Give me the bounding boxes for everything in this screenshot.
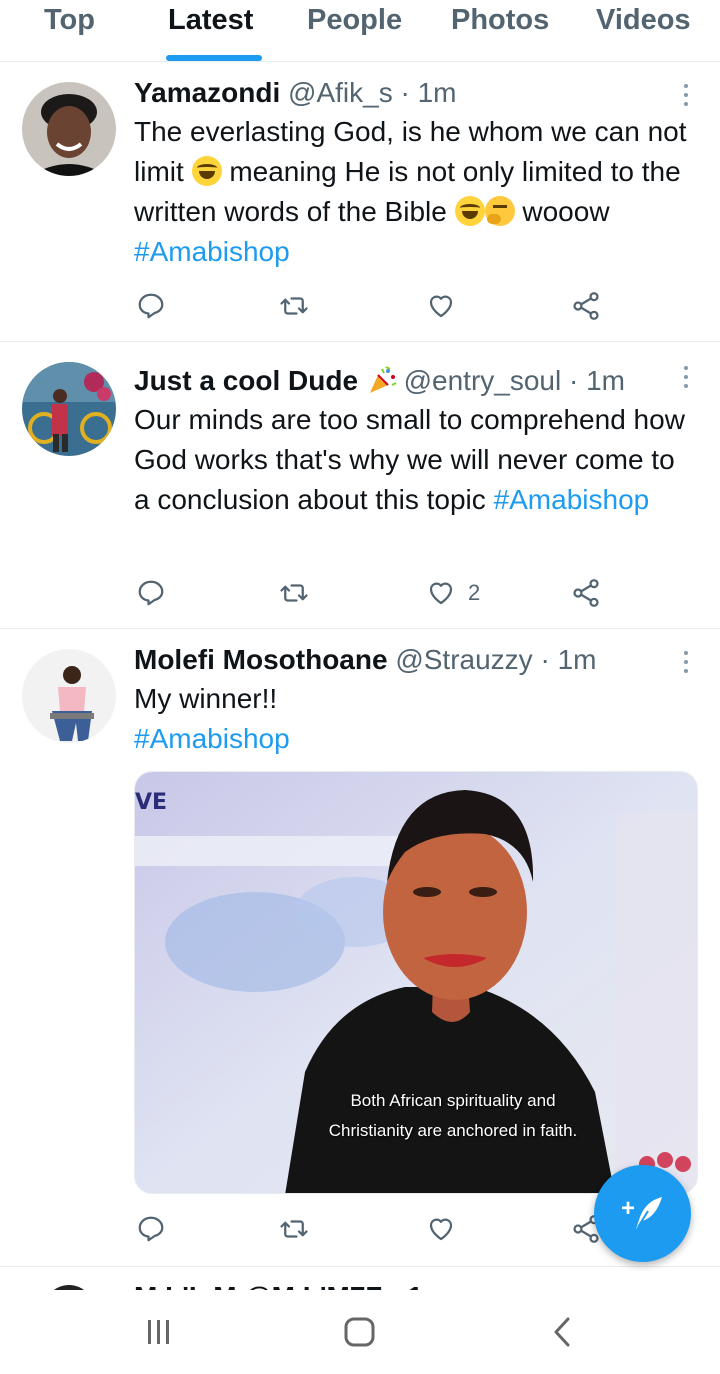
timestamp[interactable]: 1m [558,644,597,675]
tweet-actions [134,1211,614,1247]
caption-line: Both African spirituality and [350,1091,556,1110]
avatar[interactable] [22,82,116,176]
system-nav-bar [0,1290,720,1374]
tweet-header: Yamazondi @Afik_s · 1m [134,74,694,112]
heart-icon [429,1218,453,1241]
display-name[interactable]: Yamazondi [134,77,280,108]
avatar[interactable] [22,649,116,743]
retweet-button[interactable] [278,288,310,324]
user-handle[interactable]: @Strauzzy [395,644,532,675]
hashtag-link[interactable]: #Amabishop [494,484,650,515]
like-button[interactable] [426,1211,468,1247]
more-options-icon[interactable] [684,84,690,111]
tab-top[interactable]: Top [44,4,95,37]
active-tab-indicator [166,55,262,61]
tweet-header: Molefi Mosothoane @Strauzzy · 1m [134,641,694,679]
heart-icon [429,295,453,318]
like-button[interactable] [426,288,468,324]
reply-button[interactable] [136,1211,166,1247]
tab-latest[interactable]: Latest [168,4,253,37]
timestamp[interactable]: 1m [418,77,457,108]
separator: · [400,77,410,108]
like-button[interactable]: 2 [426,575,480,611]
reply-button[interactable] [136,288,166,324]
tweet-text-part: wooow [522,196,610,227]
separator: · [540,644,550,675]
share-button[interactable] [570,575,602,611]
more-options-icon[interactable] [684,651,690,678]
reply-icon [138,293,164,319]
user-handle[interactable]: @entry_soul [404,365,562,396]
retweet-icon [280,1220,308,1238]
hashtag-link[interactable]: #Amabishop [134,719,694,759]
tab-people[interactable]: People [307,4,402,37]
like-count: 2 [468,580,481,605]
retweet-icon [280,297,308,315]
tweet[interactable]: Just a cool Dude @entry_soul · 1m Our mi… [0,342,720,629]
home-icon [344,1317,375,1347]
tweet-text: Our minds are too small to comprehend ho… [134,400,694,520]
timestamp[interactable]: 1m [586,365,625,396]
tweet[interactable]: Yamazondi @Afik_s · 1m The everlasting G… [0,62,720,342]
tab-photos[interactable]: Photos [451,4,549,37]
back-icon [554,1317,570,1347]
display-name[interactable]: Molefi Mosothoane [134,644,388,675]
tears-of-joy-icon [191,156,222,186]
reply-button[interactable] [136,575,166,611]
reply-icon [138,580,164,606]
caption-line: Christianity are anchored in faith. [328,1121,578,1140]
reply-icon [138,1216,164,1242]
more-options-icon[interactable] [684,366,690,393]
tweet-header: Just a cool Dude @entry_soul · 1m [134,362,694,400]
hashtag-link[interactable]: #Amabishop [134,236,290,267]
retweet-button[interactable] [278,1211,310,1247]
partial-tweet[interactable]: M L'L M @M L'M7Z · 1 [0,1267,720,1290]
back-button[interactable] [548,1314,576,1350]
share-icon [573,579,599,607]
tweet-actions: 2 [134,575,614,611]
share-icon [573,292,599,320]
compose-feather-icon [636,1197,662,1229]
tears-of-joy-icon [454,196,485,226]
avatar[interactable] [22,362,116,456]
recent-apps-button[interactable] [144,1314,174,1350]
compose-tweet-button[interactable]: + [594,1165,691,1262]
media-caption: Both African spirituality and Christiani… [303,1086,603,1146]
retweet-icon [280,584,308,602]
media-corner-text: VE [135,790,168,815]
tweet-text: My winner!! #Amabishop [134,679,694,759]
separator: · [569,365,579,396]
heart-icon [429,582,453,605]
share-button[interactable] [570,288,602,324]
partial-tweet-header: M L'L M @M L'M7Z · 1 [134,1281,423,1290]
tab-videos[interactable]: Videos [596,4,691,37]
tweet-text: The everlasting God, is he whom we can n… [134,112,694,272]
tweet-actions [134,288,614,324]
tweet-media-image[interactable]: VE Both African spirituality and Christi… [134,771,698,1194]
thinking-face-icon [484,196,515,226]
recent-apps-icon [148,1320,169,1344]
user-handle[interactable]: @Afik_s [288,77,393,108]
search-tabs: Top Latest People Photos Videos [0,0,720,62]
party-popper-icon [366,365,397,395]
tweet-text-part: My winner!! [134,683,278,714]
display-name[interactable]: Just a cool Dude [134,365,358,396]
tweet[interactable]: Molefi Mosothoane @Strauzzy · 1m My winn… [0,629,720,1267]
retweet-button[interactable] [278,575,310,611]
home-button[interactable] [343,1314,377,1350]
